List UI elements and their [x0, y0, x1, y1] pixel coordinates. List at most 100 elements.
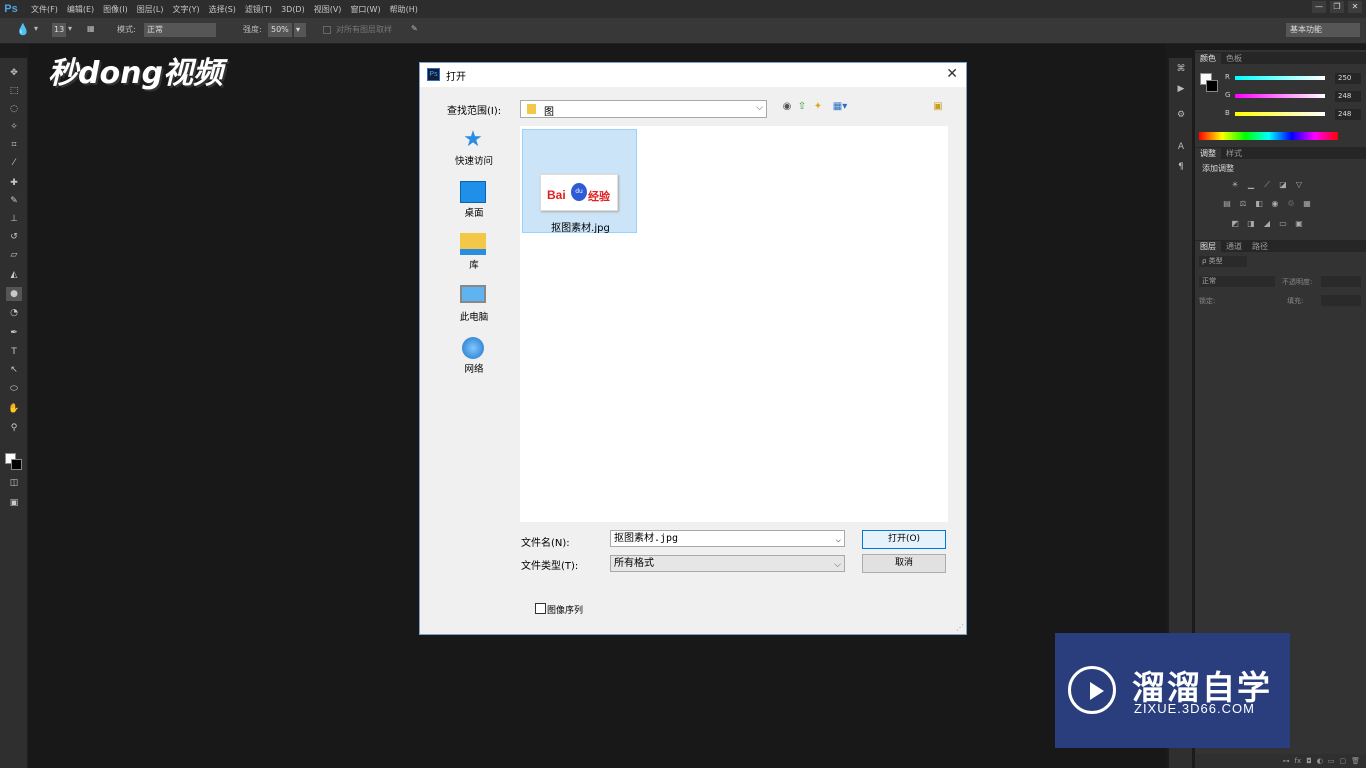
- blue-slider-bar[interactable]: [1235, 112, 1325, 116]
- invert-icon[interactable]: ◩: [1230, 219, 1240, 229]
- brush-panel-icon[interactable]: ▦: [87, 24, 95, 33]
- sample-all-checkbox[interactable]: [323, 26, 331, 34]
- new-folder-icon[interactable]: ✦: [812, 101, 824, 113]
- place-desktop[interactable]: 桌面: [428, 181, 520, 227]
- blur-tool-icon[interactable]: ●: [6, 287, 22, 301]
- selective-color-icon[interactable]: ▣: [1294, 219, 1304, 229]
- menu-image[interactable]: 图像(I): [103, 4, 128, 15]
- chevron-down-icon[interactable]: ⌵: [834, 558, 841, 573]
- tab-layers[interactable]: 图层: [1195, 240, 1221, 252]
- tab-paths[interactable]: 路径: [1247, 241, 1273, 252]
- green-value[interactable]: 248: [1335, 91, 1361, 102]
- pen-tool-icon[interactable]: ✒: [6, 326, 22, 340]
- pressure-icon[interactable]: ✎: [411, 24, 418, 33]
- screen-mode-icon[interactable]: ▣: [6, 496, 22, 510]
- menu-type[interactable]: 文字(Y): [172, 4, 199, 15]
- actions-panel-icon[interactable]: ▶: [1175, 84, 1187, 96]
- gradient-tool-icon[interactable]: ◭: [6, 268, 22, 282]
- eraser-tool-icon[interactable]: ▱: [6, 248, 22, 262]
- place-quick-access[interactable]: ★ 快速访问: [428, 129, 520, 175]
- type-tool-icon[interactable]: T: [6, 345, 22, 359]
- new-group-icon[interactable]: ▭: [1328, 757, 1335, 765]
- red-slider[interactable]: R 250: [1225, 73, 1361, 85]
- crop-tool-icon[interactable]: ⌗: [6, 138, 22, 152]
- paragraph-panel-icon[interactable]: ¶: [1175, 162, 1187, 174]
- background-color-swatch[interactable]: [11, 459, 22, 470]
- shape-tool-icon[interactable]: ⬭: [6, 382, 22, 396]
- color-lookup-icon[interactable]: ▦: [1302, 199, 1312, 209]
- color-spectrum[interactable]: [1199, 132, 1338, 140]
- layer-style-icon[interactable]: fx: [1295, 757, 1302, 765]
- tab-swatches[interactable]: 色板: [1221, 53, 1247, 64]
- workspace-select[interactable]: 基本功能: [1286, 23, 1360, 37]
- photo-filter-icon[interactable]: ◉: [1270, 199, 1280, 209]
- move-tool-icon[interactable]: ✥: [6, 66, 22, 80]
- brush-picker-arrow-icon[interactable]: ▾: [68, 24, 72, 33]
- file-list[interactable]: Bai du 经验 抠图素材.jpg: [520, 126, 948, 522]
- layer-filter-select[interactable]: ρ 类型: [1199, 256, 1247, 267]
- blend-mode-select[interactable]: 正常: [1199, 276, 1275, 287]
- tab-channels[interactable]: 通道: [1221, 241, 1247, 252]
- character-panel-icon[interactable]: A: [1175, 142, 1187, 154]
- properties-panel-icon[interactable]: ⚙: [1175, 110, 1187, 122]
- close-icon[interactable]: ✕: [946, 66, 958, 82]
- menu-edit[interactable]: 编辑(E): [67, 4, 94, 15]
- curves-icon[interactable]: ⟋: [1262, 180, 1272, 190]
- view-menu-icon[interactable]: ▦▾: [829, 101, 851, 113]
- exposure-icon[interactable]: ◪: [1278, 180, 1288, 190]
- threshold-icon[interactable]: ◢: [1262, 219, 1272, 229]
- dodge-tool-icon[interactable]: ◔: [6, 306, 22, 320]
- file-item[interactable]: Bai du 经验 抠图素材.jpg: [522, 129, 637, 234]
- brush-size-value[interactable]: 13: [52, 23, 66, 37]
- marquee-tool-icon[interactable]: ⬚: [6, 84, 22, 98]
- blue-value[interactable]: 248: [1335, 109, 1361, 120]
- menu-view[interactable]: 视图(V): [314, 4, 342, 15]
- new-fill-layer-icon[interactable]: ◐: [1317, 757, 1323, 765]
- menu-help[interactable]: 帮助(H): [390, 4, 418, 15]
- close-window-button[interactable]: ✕: [1348, 1, 1362, 13]
- color-balance-icon[interactable]: ⚖: [1238, 199, 1248, 209]
- brightness-icon[interactable]: ☀: [1230, 180, 1240, 190]
- opacity-input[interactable]: [1321, 276, 1361, 287]
- red-slider-bar[interactable]: [1235, 76, 1325, 80]
- look-in-select[interactable]: 图 ⌵: [520, 100, 767, 118]
- menu-file[interactable]: 文件(F): [31, 4, 58, 15]
- quick-mask-icon[interactable]: ◫: [6, 476, 22, 490]
- red-value[interactable]: 250: [1335, 73, 1361, 84]
- mode-select[interactable]: 正常: [144, 23, 216, 37]
- tab-color[interactable]: 颜色: [1195, 52, 1221, 64]
- place-this-pc[interactable]: 此电脑: [428, 285, 520, 331]
- menu-layer[interactable]: 图层(L): [137, 4, 164, 15]
- menu-filter[interactable]: 滤镜(T): [245, 4, 272, 15]
- tab-styles[interactable]: 样式: [1221, 148, 1247, 159]
- history-brush-tool-icon[interactable]: ↺: [6, 230, 22, 244]
- strength-input[interactable]: 50%: [268, 23, 292, 37]
- cancel-button[interactable]: 取消: [862, 554, 946, 573]
- zoom-tool-icon[interactable]: ⚲: [6, 421, 22, 435]
- posterize-icon[interactable]: ◨: [1246, 219, 1256, 229]
- fill-input[interactable]: [1321, 295, 1361, 306]
- delete-layer-icon[interactable]: 🗑: [1351, 757, 1360, 765]
- hand-tool-icon[interactable]: ✋: [6, 402, 22, 416]
- green-slider-bar[interactable]: [1235, 94, 1325, 98]
- menu-window[interactable]: 窗口(W): [350, 4, 380, 15]
- place-network[interactable]: 网络: [428, 337, 520, 383]
- blur-tool-icon[interactable]: 💧: [16, 23, 30, 36]
- path-select-tool-icon[interactable]: ↖: [6, 363, 22, 377]
- image-sequence-checkbox[interactable]: [535, 603, 546, 614]
- channel-mixer-icon[interactable]: ♲: [1286, 199, 1296, 209]
- back-icon[interactable]: ◉: [781, 101, 793, 113]
- history-panel-icon[interactable]: ⌘: [1175, 64, 1187, 76]
- tool-preset-arrow-icon[interactable]: ▾: [34, 24, 38, 33]
- resize-grip-icon[interactable]: ⋰: [956, 623, 964, 632]
- vibrance-icon[interactable]: ▽: [1294, 180, 1304, 190]
- quick-select-tool-icon[interactable]: ✧: [6, 120, 22, 134]
- add-mask-icon[interactable]: ◘: [1306, 757, 1312, 765]
- place-library[interactable]: 库: [428, 233, 520, 279]
- up-folder-icon[interactable]: ⇧: [796, 101, 808, 113]
- new-layer-icon[interactable]: ▢: [1339, 757, 1346, 765]
- filetype-select[interactable]: 所有格式 ⌵: [610, 555, 845, 572]
- chevron-down-icon[interactable]: ⌵: [836, 533, 841, 548]
- black-white-icon[interactable]: ◧: [1254, 199, 1264, 209]
- lasso-tool-icon[interactable]: ◌: [6, 102, 22, 116]
